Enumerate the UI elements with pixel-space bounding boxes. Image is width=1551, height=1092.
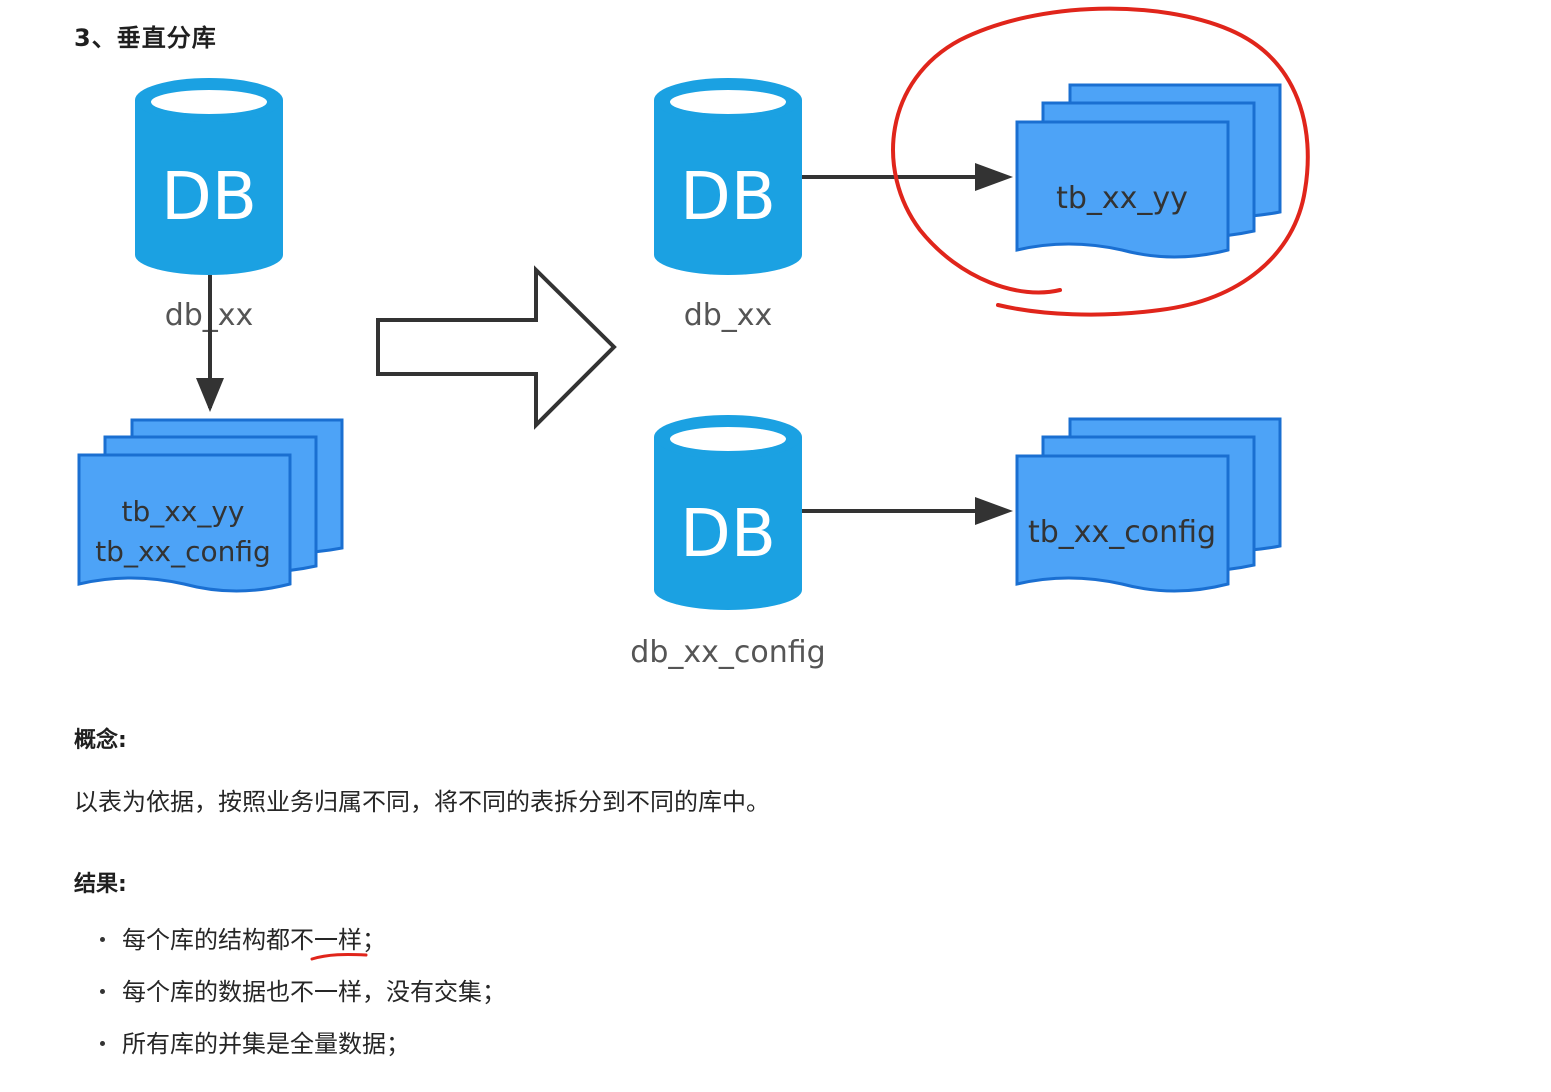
right-bottom-db-label: db_xx_config [630,635,825,670]
right-bottom-arrow-head [975,497,1013,525]
concept-label: 概念: [74,728,127,753]
right-top-db-icon: DB [654,78,802,275]
right-top-table-stack-icon [1015,83,1282,259]
red-underline-annotation [310,953,368,961]
left-table-label-1: tb_xx_yy [121,495,244,528]
bullet-dot-icon [100,1041,105,1046]
concept-text: 以表为依据，按照业务归属不同，将不同的表拆分到不同的库中。 [74,788,770,816]
right-top-db-text: DB [680,158,776,235]
result-item-3: 所有库的并集是全量数据； [122,1030,410,1058]
left-db-text: DB [161,158,257,235]
transform-arrow-icon [376,265,617,430]
left-down-arrow-head [196,378,224,412]
list-item: 每个库的结构都不一样； [98,918,506,970]
bullet-dot-icon [100,989,105,994]
right-bottom-table-label: tb_xx_config [1028,515,1216,550]
right-bottom-db-icon: DB [654,415,802,610]
list-item: 每个库的数据也不一样，没有交集； [98,970,506,1022]
bullet-dot-icon [100,937,105,942]
right-top-arrow-head [975,163,1013,191]
right-bottom-db-text: DB [680,495,776,572]
list-item: 所有库的并集是全量数据； [98,1022,506,1074]
vertical-sharding-diagram: DB db_xx tb_xx_yy tb_xx_config DB db_xx … [77,6,1310,670]
right-top-db-label: db_xx [684,298,773,333]
left-table-label-2: tb_xx_config [95,535,271,568]
result-list: 每个库的结构都不一样； 每个库的数据也不一样，没有交集； 所有库的并集是全量数据… [98,918,506,1074]
result-label: 结果: [74,872,127,897]
right-top-table-label: tb_xx_yy [1056,181,1188,216]
result-item-2: 每个库的数据也不一样，没有交集； [122,978,506,1006]
right-bottom-table-stack-icon [1015,417,1282,593]
left-db-icon: DB [135,78,283,275]
